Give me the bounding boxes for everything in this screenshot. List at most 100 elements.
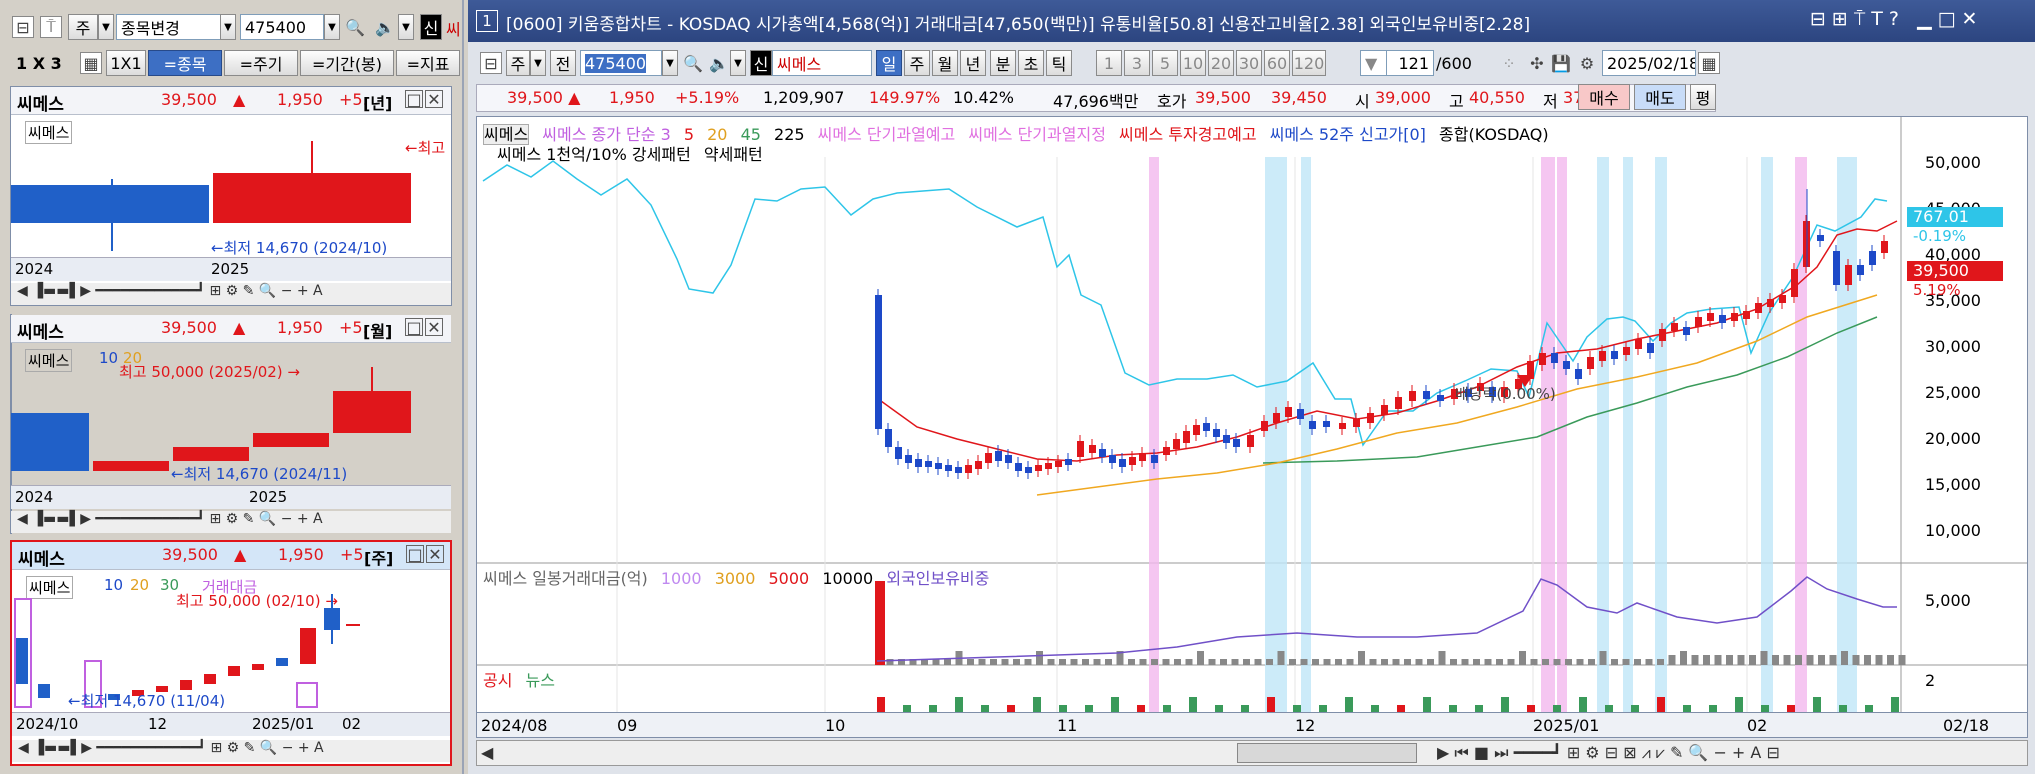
volume-bar bbox=[967, 659, 974, 665]
speaker-icon[interactable]: 🔈 bbox=[708, 52, 730, 74]
stock-code-input[interactable]: 475400 bbox=[240, 14, 324, 40]
period-week-button[interactable]: 주 bbox=[904, 50, 930, 76]
sell-button[interactable]: 매도 bbox=[1634, 84, 1686, 110]
bar-count-input[interactable]: 121 bbox=[1386, 50, 1434, 76]
scroll-left-icon[interactable]: ◀ bbox=[481, 743, 493, 762]
tab-period[interactable]: =주기 bbox=[224, 50, 298, 76]
scroll-thumb[interactable] bbox=[1237, 743, 1417, 763]
buy-button[interactable]: 매수 bbox=[1578, 84, 1630, 110]
close-icon[interactable]: ✕ bbox=[426, 545, 444, 564]
date-label: 2025/01 bbox=[1533, 716, 1600, 735]
x-axis: 2024 2025 bbox=[11, 257, 451, 281]
mini-scrollbar[interactable]: ◀ ▐▬▬▌▶ ━━━━━━━━━━━━┛ ⊞ ⚙ ✎ 🔍 − + A bbox=[12, 740, 450, 762]
layout-icon[interactable]: ⊟ bbox=[480, 52, 502, 74]
save-icon[interactable]: 💾 bbox=[1550, 52, 1572, 74]
market-select[interactable]: 주 bbox=[506, 50, 530, 76]
prev-button[interactable]: 전 bbox=[550, 50, 576, 76]
speaker-dropdown-icon[interactable]: ▼ bbox=[398, 14, 414, 40]
search-icon[interactable]: 🔍 bbox=[682, 52, 704, 74]
period-month-button[interactable]: 월 bbox=[932, 50, 958, 76]
stock-name: 씨메스 bbox=[17, 95, 64, 115]
maximize-icon[interactable]: □ bbox=[406, 545, 424, 564]
high-price: 40,550 bbox=[1469, 88, 1525, 107]
legend-invest-warning: 씨메스 투자경고예고 bbox=[1119, 125, 1257, 144]
tab-range[interactable]: =기간(봉) bbox=[300, 50, 394, 76]
interval-5-button[interactable]: 5 bbox=[1152, 50, 1178, 76]
low-note: ←최저 14,670 (2024/10) bbox=[211, 239, 388, 257]
volume-bar bbox=[1254, 659, 1262, 665]
period-day-button[interactable]: 일 bbox=[876, 50, 902, 76]
high-note: 최고 50,000 (02/10) → bbox=[176, 592, 338, 610]
date-input[interactable]: 2025/02/18 bbox=[1602, 50, 1696, 76]
volume-bar bbox=[1036, 651, 1043, 665]
maximize-icon[interactable]: □ bbox=[405, 318, 423, 337]
interval-1-button[interactable]: 1 bbox=[1096, 50, 1122, 76]
candle bbox=[1409, 391, 1416, 401]
maximize-icon[interactable]: □ bbox=[405, 90, 423, 109]
news-bar bbox=[1579, 697, 1587, 713]
flat-button[interactable]: 평 bbox=[1690, 84, 1716, 110]
legend-amount-5000: 5000 bbox=[768, 569, 810, 588]
candle bbox=[1273, 413, 1280, 423]
grid-icon[interactable]: ▦ bbox=[80, 52, 102, 74]
volume-bar bbox=[1726, 655, 1733, 665]
calendar-icon[interactable]: ▦ bbox=[1698, 52, 1720, 74]
x-label: 12 bbox=[148, 715, 168, 733]
one-by-one-button[interactable]: 1X1 bbox=[106, 50, 146, 76]
volume-bar bbox=[1139, 659, 1147, 665]
period-year-button[interactable]: 년 bbox=[960, 50, 986, 76]
market-dropdown-icon[interactable]: ▼ bbox=[530, 50, 546, 76]
speaker-icon[interactable]: 🔈 bbox=[374, 16, 396, 38]
tab-stock[interactable]: =종목 bbox=[148, 50, 222, 76]
chart-area: 씨메스 씨메스 종가 단순 3 5 20 45 225 씨메스 단기과열예고 씨… bbox=[476, 116, 2028, 714]
volume-bar bbox=[1185, 659, 1193, 665]
period-second-button[interactable]: 초 bbox=[1018, 50, 1044, 76]
period-minute-button[interactable]: 분 bbox=[990, 50, 1016, 76]
interval-60-button[interactable]: 60 bbox=[1264, 50, 1290, 76]
close-icon[interactable]: ✕ bbox=[425, 90, 443, 109]
market-dropdown-icon[interactable]: ▼ bbox=[98, 14, 114, 40]
price-axis: 50,00045,00040,00035,00030,00025,00020,0… bbox=[1901, 117, 2027, 547]
mini-scrollbar[interactable]: ◀ ▐▬▬▌▶ ━━━━━━━━━━━━┛ ⊞ ⚙ ✎ 🔍 − + A bbox=[11, 511, 451, 533]
interval-30-button[interactable]: 30 bbox=[1236, 50, 1262, 76]
code-dropdown-icon[interactable]: ▼ bbox=[324, 14, 340, 40]
candle bbox=[1151, 455, 1158, 463]
mini-scrollbar[interactable]: ◀ ▐▬▬▌▶ ━━━━━━━━━━━━┛ ⊞ ⚙ ✎ 🔍 − + A bbox=[11, 283, 451, 305]
pin-icon[interactable]: ⍑ bbox=[40, 16, 62, 38]
crosshair-icon[interactable]: ✣ bbox=[1526, 52, 1548, 74]
close-icon[interactable]: ✕ bbox=[425, 318, 443, 337]
period-tick-button[interactable]: 틱 bbox=[1046, 50, 1072, 76]
search-icon[interactable]: 🔍 bbox=[344, 16, 366, 38]
stock-name-field[interactable]: 씨메스 bbox=[772, 50, 872, 76]
speaker-dropdown-icon[interactable]: ▼ bbox=[730, 50, 746, 76]
high-note: 최고 50,000 (2025/02) → bbox=[119, 363, 300, 381]
volume-bar bbox=[1749, 655, 1756, 665]
x-label: 2025 bbox=[249, 488, 288, 506]
change-stock-dropdown-icon[interactable]: ▼ bbox=[220, 14, 236, 40]
volume-bar bbox=[1829, 655, 1837, 665]
candle bbox=[945, 465, 952, 471]
interval-3-button[interactable]: 3 bbox=[1124, 50, 1150, 76]
volume-bar bbox=[1772, 655, 1779, 665]
interval-120-button[interactable]: 120 bbox=[1292, 50, 1326, 76]
main-scrollbar[interactable]: ◀ ▶ ⏮ ■ ⏭ ━━━━┛ ⊞ ⚙ ⊟ ⊠ ⩘ ⩗ ✎ 🔍 − + A ⊟ bbox=[476, 740, 2028, 766]
market-select[interactable]: 주 bbox=[68, 14, 98, 40]
credit-badge: 신 bbox=[750, 50, 772, 76]
layout-icon[interactable]: ⊟ bbox=[12, 16, 34, 38]
change-stock-field[interactable]: 종목변경 bbox=[116, 14, 222, 40]
tab-indicator[interactable]: =지표 bbox=[396, 50, 460, 76]
stock-name: 씨메스 bbox=[18, 550, 65, 570]
code-dropdown-icon[interactable]: ▼ bbox=[662, 50, 678, 76]
window-controls[interactable]: ⊟⊞⍑T? ▁□✕ bbox=[1810, 8, 1983, 30]
link-icon[interactable]: ⁘ bbox=[1498, 52, 1520, 74]
price-badge-pct: 5.19% bbox=[1913, 281, 1961, 299]
stock-code-input[interactable]: 475400 bbox=[580, 50, 662, 76]
interval-20-button[interactable]: 20 bbox=[1208, 50, 1234, 76]
price-axis-label: 25,000 bbox=[1925, 383, 1981, 402]
legend-disclosure: 공시 bbox=[483, 671, 513, 690]
price-axis-label: 15,000 bbox=[1925, 475, 1981, 494]
playback-controls[interactable]: ▶ ⏮ ■ ⏭ ━━━━┛ ⊞ ⚙ ⊟ ⊠ ⩘ ⩗ ✎ 🔍 − + A ⊟ bbox=[1437, 743, 1780, 763]
candle bbox=[1551, 353, 1558, 363]
interval-10-button[interactable]: 10 bbox=[1180, 50, 1206, 76]
gear-icon[interactable]: ⚙ bbox=[1576, 52, 1598, 74]
